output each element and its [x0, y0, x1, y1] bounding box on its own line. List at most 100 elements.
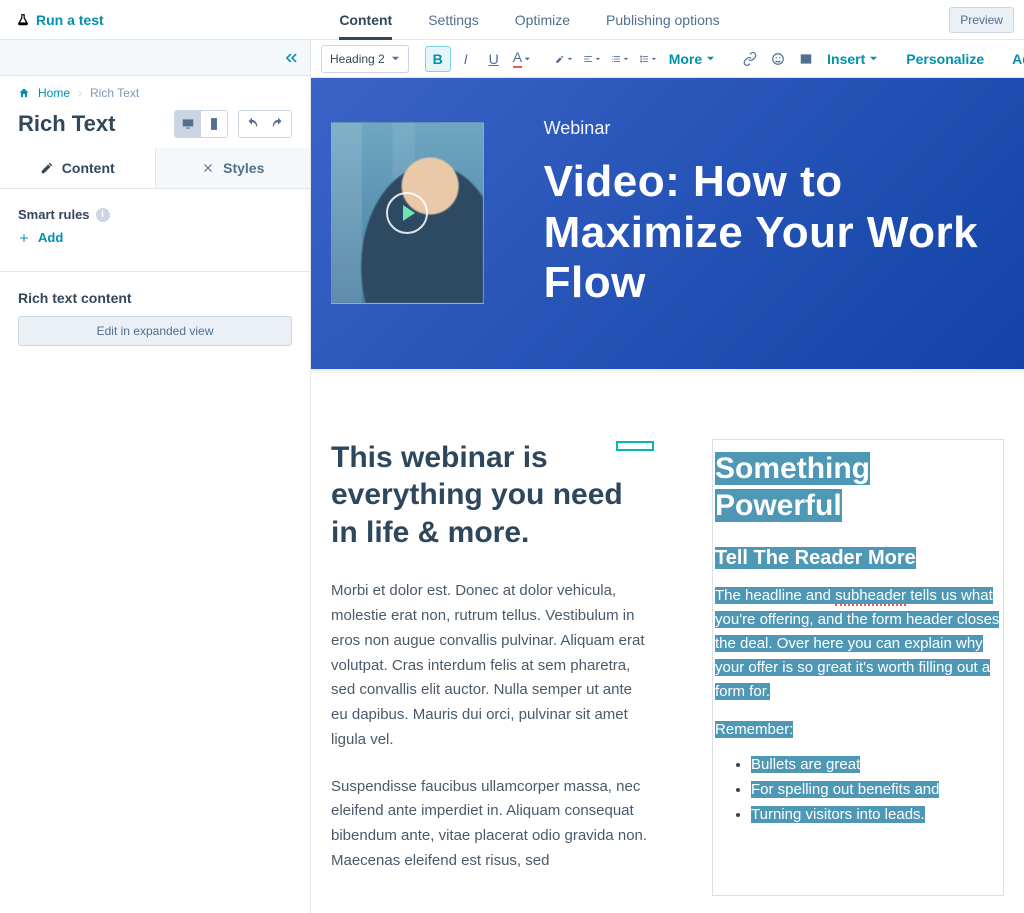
smart-rules-label: Smart rules i	[18, 207, 292, 222]
video-thumbnail[interactable]	[331, 122, 484, 304]
italic-button[interactable]: I	[453, 46, 479, 72]
sidebar-tab-content-label: Content	[62, 160, 115, 176]
preview-button[interactable]: Preview	[949, 7, 1014, 33]
scissors-icon	[201, 161, 215, 175]
remember-text: Remember:	[715, 721, 793, 738]
link-button[interactable]	[737, 46, 763, 72]
caret-down-icon	[391, 54, 400, 63]
desktop-icon	[181, 117, 195, 131]
caret-down-icon	[595, 52, 601, 66]
smart-rules-text: Smart rules	[18, 207, 90, 222]
caret-down-icon	[623, 52, 629, 66]
style-select-label: Heading 2	[330, 52, 385, 66]
right-remember: Remember:	[715, 718, 1001, 742]
left-paragraph-1: Morbi et dolor est. Donec at dolor vehic…	[331, 579, 652, 752]
body-section: This webinar is everything you need in l…	[311, 375, 1024, 913]
mobile-icon	[207, 117, 221, 131]
add-smart-rule[interactable]: Add	[18, 230, 292, 245]
main-tabs: Content Settings Optimize Publishing opt…	[339, 0, 719, 39]
link-icon	[743, 52, 757, 66]
right-subheading: Tell The Reader More	[715, 547, 1001, 570]
rich-text-module[interactable]: SomethingPowerful Tell The Reader More T…	[712, 439, 1004, 896]
sidebar-tab-styles-label: Styles	[223, 160, 264, 176]
bullet-3-text: Turning visitors into leads.	[751, 806, 925, 823]
personalize-button[interactable]: Personalize	[900, 51, 990, 67]
lineheight-icon	[639, 52, 649, 66]
home-icon	[18, 87, 30, 99]
plus-icon	[18, 232, 30, 244]
accent-decoration	[616, 441, 654, 451]
hero-text: Webinar Video: How to Maximize Your Work…	[544, 118, 1024, 309]
advanced-label: Advanced	[1012, 51, 1024, 67]
caret-down-icon	[567, 52, 573, 66]
right-heading-line2: Powerful	[715, 489, 842, 522]
pencil-icon	[40, 161, 54, 175]
collapse-sidebar[interactable]	[0, 40, 310, 76]
device-mobile[interactable]	[201, 111, 227, 137]
left-paragraph-2: Suspendisse faucibus ullamcorper massa, …	[331, 775, 652, 874]
panel-title: Rich Text	[18, 111, 115, 137]
emoji-button[interactable]	[765, 46, 791, 72]
hero-section: Webinar Video: How to Maximize Your Work…	[311, 78, 1024, 369]
tab-settings[interactable]: Settings	[428, 0, 479, 39]
caret-down-icon	[869, 54, 878, 63]
bullet-1-text: Bullets are great	[751, 756, 860, 773]
underline-button[interactable]: U	[481, 46, 507, 72]
redo-icon	[271, 117, 285, 131]
tab-content[interactable]: Content	[339, 0, 392, 39]
redo-button[interactable]	[265, 111, 291, 137]
run-test-link[interactable]: Run a test	[10, 8, 110, 32]
align-button[interactable]	[579, 46, 605, 72]
left-heading: This webinar is everything you need in l…	[331, 439, 652, 552]
caret-down-icon	[651, 52, 657, 66]
bullet-2-text: For spelling out benefits and	[751, 781, 939, 798]
run-test-label: Run a test	[36, 12, 104, 28]
editor-area: Heading 2 B I U A More Insert Personaliz…	[311, 40, 1024, 913]
insert-menu[interactable]: Insert	[821, 51, 884, 67]
info-icon[interactable]: i	[96, 208, 110, 222]
bullet-1: Bullets are great	[751, 756, 1001, 773]
emoji-icon	[771, 52, 785, 66]
page-canvas[interactable]: Webinar Video: How to Maximize Your Work…	[311, 78, 1024, 913]
image-icon	[799, 52, 813, 66]
device-desktop[interactable]	[175, 111, 201, 137]
highlight-button[interactable]	[551, 46, 577, 72]
right-bullets: Bullets are great For spelling out benef…	[715, 756, 1001, 823]
sidebar-tab-content[interactable]: Content	[0, 148, 155, 188]
sidebar: Home › Rich Text Rich Text Content	[0, 40, 311, 913]
hero-eyebrow: Webinar	[544, 118, 1024, 139]
undo-button[interactable]	[239, 111, 265, 137]
rich-text-content-label: Rich text content	[0, 272, 310, 316]
lineheight-button[interactable]	[635, 46, 661, 72]
sidebar-tab-styles[interactable]: Styles	[155, 148, 311, 188]
right-paragraph: The headline and subheader tells us what…	[715, 584, 1001, 704]
right-subheading-text: Tell The Reader More	[715, 547, 916, 569]
p-pre: The headline and	[715, 587, 835, 604]
device-toggle	[174, 110, 228, 138]
right-heading: SomethingPowerful	[715, 450, 1001, 525]
caret-down-icon	[524, 52, 531, 66]
insert-label: Insert	[827, 51, 865, 67]
highlight-icon	[555, 52, 565, 66]
bullet-3: Turning visitors into leads.	[751, 806, 1001, 823]
breadcrumb-home[interactable]: Home	[38, 86, 70, 100]
edit-expanded-button[interactable]: Edit in expanded view	[18, 316, 292, 346]
hero-title: Video: How to Maximize Your Work Flow	[544, 157, 1024, 309]
undo-redo	[238, 110, 292, 138]
play-icon	[386, 192, 428, 234]
bold-button[interactable]: B	[425, 46, 451, 72]
more-menu[interactable]: More	[663, 51, 721, 67]
p-spell-error: subheader	[835, 587, 906, 606]
text-color-button[interactable]: A	[509, 46, 535, 72]
rte-toolbar: Heading 2 B I U A More Insert Personaliz…	[311, 40, 1024, 78]
advanced-menu[interactable]: Advanced	[1006, 51, 1024, 67]
undo-icon	[245, 117, 259, 131]
align-icon	[583, 52, 593, 66]
tab-optimize[interactable]: Optimize	[515, 0, 570, 39]
breadcrumb-sep: ›	[78, 86, 82, 100]
bullet-2: For spelling out benefits and	[751, 781, 1001, 798]
style-select[interactable]: Heading 2	[321, 45, 409, 73]
tab-publishing[interactable]: Publishing options	[606, 0, 720, 39]
image-button[interactable]	[793, 46, 819, 72]
list-button[interactable]	[607, 46, 633, 72]
